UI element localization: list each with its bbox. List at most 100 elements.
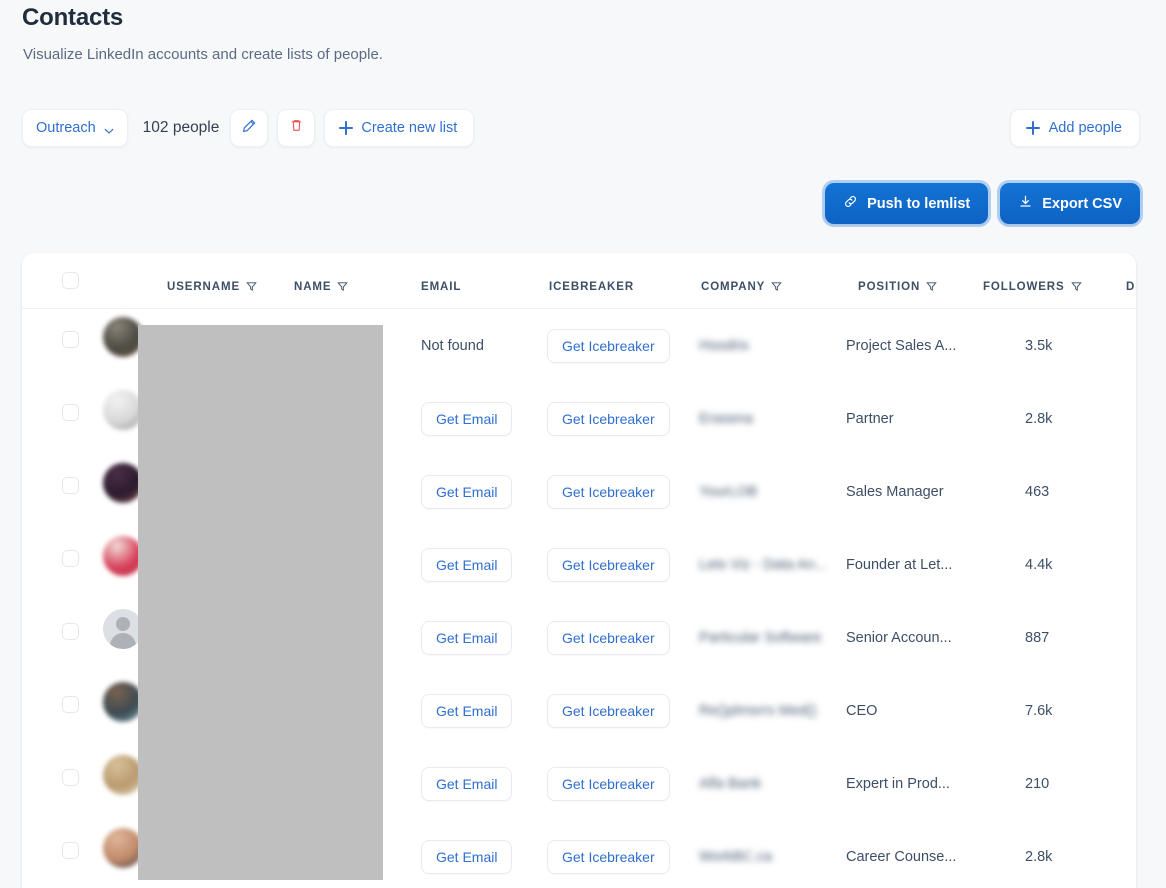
people-count: 102 people (137, 119, 222, 137)
row-checkbox[interactable] (62, 769, 79, 786)
list-select[interactable]: Outreach (22, 109, 128, 147)
followers-count: 4.4k (1025, 557, 1052, 573)
column-header-icebreaker[interactable]: ICEBREAKER (549, 281, 634, 293)
get-icebreaker-button[interactable]: Get Icebreaker (547, 329, 670, 363)
avatar (103, 828, 143, 868)
column-header-position[interactable]: POSITION (858, 281, 937, 293)
get-email-button[interactable]: Get Email (421, 402, 512, 436)
get-icebreaker-button[interactable]: Get Icebreaker (547, 475, 670, 509)
position-text: Expert in Prod... (846, 776, 950, 792)
cell-position: CEO (846, 674, 971, 747)
cell-followers: 3.5k (1025, 309, 1052, 382)
get-icebreaker-button[interactable]: Get Icebreaker (547, 621, 670, 655)
column-header-dm[interactable]: DM (1126, 281, 1136, 293)
column-header-label: FOLLOWERS (983, 281, 1065, 293)
trash-icon (289, 118, 304, 138)
funnel-filter-icon[interactable] (246, 281, 257, 292)
cell-icebreaker: Get Icebreaker (547, 601, 670, 674)
get-icebreaker-button[interactable]: Get Icebreaker (547, 548, 670, 582)
create-new-list-button[interactable]: Create new list (324, 109, 474, 147)
get-email-button[interactable]: Get Email (421, 767, 512, 801)
link-icon (843, 194, 858, 213)
company-name: Alfa Bank (699, 776, 761, 792)
cell-icebreaker: Get Icebreaker (547, 820, 670, 888)
get-email-button[interactable]: Get Email (421, 548, 512, 582)
funnel-filter-icon[interactable] (926, 281, 937, 292)
column-header-label: ICEBREAKER (549, 281, 634, 293)
add-people-button[interactable]: Add people (1010, 109, 1140, 147)
position-text: CEO (846, 703, 877, 719)
cell-company: Re()plmsrrs Med() (699, 674, 839, 747)
row-checkbox[interactable] (62, 842, 79, 859)
push-to-lemlist-button[interactable]: Push to lemlist (825, 183, 988, 224)
position-text: Partner (846, 411, 894, 427)
row-checkbox[interactable] (62, 550, 79, 567)
page-title: Contacts (22, 4, 123, 32)
column-header-email[interactable]: EMAIL (421, 281, 461, 293)
cell-email: Get Email (421, 674, 512, 747)
add-people-wrap: Add people (1010, 109, 1140, 147)
get-email-button[interactable]: Get Email (421, 694, 512, 728)
avatar (103, 755, 143, 795)
row-checkbox[interactable] (62, 696, 79, 713)
column-header-company[interactable]: COMPANY (701, 281, 782, 293)
avatar (103, 536, 143, 576)
cell-position: Senior Accoun... (846, 601, 971, 674)
cell-email: Get Email (421, 455, 512, 528)
cell-email: Get Email (421, 820, 512, 888)
funnel-filter-icon[interactable] (337, 281, 348, 292)
cell-company: Hoodrix (699, 309, 839, 382)
email-status-text: Not found (421, 338, 484, 354)
get-email-button[interactable]: Get Email (421, 840, 512, 874)
row-checkbox[interactable] (62, 331, 79, 348)
plus-icon (339, 121, 353, 135)
contacts-page: Contacts Visualize LinkedIn accounts and… (0, 0, 1166, 888)
column-header-label: EMAIL (421, 281, 461, 293)
row-checkbox[interactable] (62, 404, 79, 421)
avatar (103, 390, 143, 430)
create-new-list-label: Create new list (361, 120, 457, 136)
funnel-filter-icon[interactable] (771, 281, 782, 292)
get-icebreaker-button[interactable]: Get Icebreaker (547, 402, 670, 436)
cell-followers: 2.8k (1025, 382, 1052, 455)
cell-company: WorkBC.ca (699, 820, 839, 888)
cell-email: Get Email (421, 382, 512, 455)
cell-position: Expert in Prod... (846, 747, 971, 820)
get-icebreaker-button[interactable]: Get Icebreaker (547, 694, 670, 728)
row-checkbox[interactable] (62, 623, 79, 640)
company-name: Re()plmsrrs Med() (699, 703, 817, 719)
export-csv-button[interactable]: Export CSV (1000, 183, 1140, 224)
get-icebreaker-button[interactable]: Get Icebreaker (547, 840, 670, 874)
company-name: Hoodrix (699, 338, 749, 354)
funnel-filter-icon (771, 281, 782, 292)
cell-company: Lets Viz - Data An... (699, 528, 839, 601)
get-icebreaker-button[interactable]: Get Icebreaker (547, 767, 670, 801)
column-header-label: USERNAME (167, 281, 240, 293)
column-header-name[interactable]: NAME (294, 281, 348, 293)
cell-icebreaker: Get Icebreaker (547, 309, 670, 382)
position-text: Project Sales A... (846, 338, 956, 354)
row-checkbox[interactable] (62, 477, 79, 494)
company-name: YourLOB (699, 484, 757, 500)
delete-list-button[interactable] (277, 109, 315, 147)
table-actions: Push to lemlist Export CSV (825, 183, 1140, 224)
column-header-followers[interactable]: FOLLOWERS (983, 281, 1082, 293)
cell-position: Founder at Let... (846, 528, 971, 601)
list-toolbar: Outreach 102 people Create ne (22, 109, 474, 147)
cell-position: Sales Manager (846, 455, 971, 528)
cell-email: Get Email (421, 601, 512, 674)
cell-icebreaker: Get Icebreaker (547, 674, 670, 747)
get-email-button[interactable]: Get Email (421, 475, 512, 509)
column-header-username[interactable]: USERNAME (167, 281, 257, 293)
funnel-filter-icon[interactable] (1071, 281, 1082, 292)
edit-list-button[interactable] (230, 109, 268, 147)
cell-followers: 4.4k (1025, 528, 1052, 601)
cell-icebreaker: Get Icebreaker (547, 528, 670, 601)
get-email-button[interactable]: Get Email (421, 621, 512, 655)
push-to-lemlist-label: Push to lemlist (867, 196, 970, 212)
avatar (103, 463, 143, 503)
select-all-checkbox[interactable] (62, 272, 79, 289)
cell-email: Get Email (421, 528, 512, 601)
followers-count: 210 (1025, 776, 1049, 792)
company-name: Lets Viz - Data An... (699, 557, 827, 573)
